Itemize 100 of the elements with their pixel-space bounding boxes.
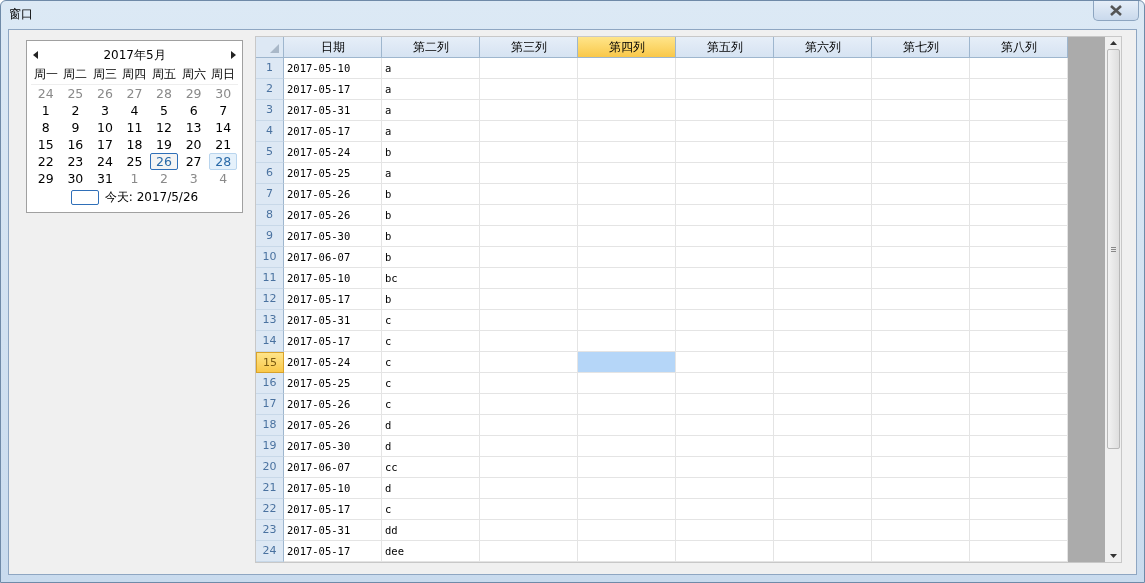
row-header[interactable]: 1 — [256, 58, 284, 79]
row-header[interactable]: 11 — [256, 268, 284, 289]
weekday-label: 周日 — [208, 65, 238, 85]
row-header[interactable]: 7 — [256, 184, 284, 205]
calendar-day[interactable]: 25 — [120, 153, 149, 170]
scrollbar-thumb[interactable] — [1106, 49, 1120, 449]
scroll-up-icon[interactable] — [1109, 41, 1117, 45]
row-header[interactable]: 8 — [256, 205, 284, 226]
calendar-day[interactable]: 26 — [150, 153, 178, 170]
today-marker-icon — [70, 190, 99, 205]
calendar-day[interactable]: 16 — [61, 136, 90, 153]
row-header[interactable]: 3 — [256, 100, 284, 121]
calendar-day[interactable]: 10 — [91, 119, 119, 136]
column-header[interactable]: 日期 — [284, 37, 382, 58]
calendar-day[interactable]: 5 — [150, 102, 178, 119]
scroll-down-icon[interactable] — [1109, 554, 1117, 558]
calendar-day[interactable]: 31 — [91, 170, 119, 187]
column-header[interactable]: 第二列 — [382, 37, 480, 58]
table-cell: d — [382, 478, 480, 499]
column-header[interactable]: 第四列 — [578, 37, 676, 58]
window-title: 窗口 — [9, 5, 33, 23]
calendar-day[interactable]: 28 — [209, 153, 237, 170]
calendar-day[interactable]: 1 — [32, 102, 60, 119]
calendar-day[interactable]: 6 — [179, 102, 208, 119]
row-header[interactable]: 15 — [256, 352, 284, 373]
row-header[interactable]: 21 — [256, 478, 284, 499]
calendar-day[interactable]: 17 — [91, 136, 119, 153]
calendar-day[interactable]: 22 — [32, 153, 60, 170]
row-header[interactable]: 9 — [256, 226, 284, 247]
calendar-day[interactable]: 20 — [179, 136, 208, 153]
previous-month-icon[interactable] — [33, 51, 39, 59]
calendar-day[interactable]: 27 — [120, 85, 149, 102]
row-header[interactable]: 6 — [256, 163, 284, 184]
calendar-day[interactable]: 11 — [120, 119, 149, 136]
row-header[interactable]: 14 — [256, 331, 284, 352]
grip-icon — [1110, 246, 1116, 252]
calendar-day[interactable]: 8 — [32, 119, 60, 136]
table-cell: 2017-05-26 — [284, 205, 382, 226]
table-cell: b — [382, 289, 480, 310]
calendar-day[interactable]: 13 — [179, 119, 208, 136]
calendar-day[interactable]: 26 — [91, 85, 119, 102]
row-header[interactable]: 24 — [256, 541, 284, 562]
calendar-day[interactable]: 28 — [150, 85, 178, 102]
table-cell: 2017-05-31 — [284, 310, 382, 331]
calendar-day[interactable]: 4 — [120, 102, 149, 119]
calendar-day[interactable]: 30 — [209, 85, 237, 102]
table-cell: 2017-05-10 — [284, 268, 382, 289]
selected-cell[interactable] — [578, 352, 676, 373]
column-header[interactable]: 第五列 — [676, 37, 774, 58]
row-header[interactable]: 20 — [256, 457, 284, 478]
calendar-day[interactable]: 30 — [61, 170, 90, 187]
column-header[interactable]: 第六列 — [774, 37, 872, 58]
table-cell: 2017-05-17 — [284, 289, 382, 310]
row-header[interactable]: 5 — [256, 142, 284, 163]
table-cell: 2017-05-10 — [284, 478, 382, 499]
calendar-day[interactable]: 21 — [209, 136, 237, 153]
calendar-day[interactable]: 24 — [91, 153, 119, 170]
calendar-day[interactable]: 2 — [150, 170, 178, 187]
row-header[interactable]: 18 — [256, 415, 284, 436]
table-cell: a — [382, 163, 480, 184]
row-header[interactable]: 10 — [256, 247, 284, 268]
row-header[interactable]: 19 — [256, 436, 284, 457]
column-header[interactable]: 第七列 — [872, 37, 970, 58]
column-header[interactable]: 第八列 — [970, 37, 1068, 58]
row-header[interactable]: 12 — [256, 289, 284, 310]
calendar-day[interactable]: 14 — [209, 119, 237, 136]
calendar-day[interactable]: 23 — [61, 153, 90, 170]
triangle-icon — [270, 44, 279, 53]
calendar-day[interactable]: 15 — [32, 136, 60, 153]
table-cell: 2017-05-31 — [284, 520, 382, 541]
calendar-day[interactable]: 7 — [209, 102, 237, 119]
row-header[interactable]: 4 — [256, 121, 284, 142]
row-header[interactable]: 17 — [256, 394, 284, 415]
row-header[interactable]: 2 — [256, 79, 284, 100]
close-button[interactable] — [1093, 0, 1139, 21]
today-link[interactable]: 今天: 2017/5/26 — [104, 189, 199, 206]
row-header[interactable]: 22 — [256, 499, 284, 520]
next-month-icon[interactable] — [230, 51, 236, 59]
calendar-day[interactable]: 12 — [150, 119, 178, 136]
table-cell: b — [382, 142, 480, 163]
calendar-day[interactable]: 3 — [179, 170, 208, 187]
calendar-day[interactable]: 18 — [120, 136, 149, 153]
table-cell: 2017-05-17 — [284, 541, 382, 562]
calendar-day[interactable]: 1 — [120, 170, 149, 187]
column-header[interactable]: 第三列 — [480, 37, 578, 58]
row-header[interactable]: 13 — [256, 310, 284, 331]
calendar-day[interactable]: 2 — [61, 102, 90, 119]
table-cell: c — [382, 373, 480, 394]
calendar-day[interactable]: 29 — [32, 170, 60, 187]
calendar-day[interactable]: 29 — [179, 85, 208, 102]
table-cell: 2017-05-26 — [284, 394, 382, 415]
calendar-day[interactable]: 3 — [91, 102, 119, 119]
row-header[interactable]: 23 — [256, 520, 284, 541]
calendar-day[interactable]: 9 — [61, 119, 90, 136]
calendar-day[interactable]: 19 — [150, 136, 178, 153]
weekday-label: 周三 — [90, 65, 120, 85]
table-cell: b — [382, 184, 480, 205]
calendar-day[interactable]: 25 — [61, 85, 90, 102]
calendar-day[interactable]: 27 — [179, 153, 208, 170]
row-header[interactable]: 16 — [256, 373, 284, 394]
